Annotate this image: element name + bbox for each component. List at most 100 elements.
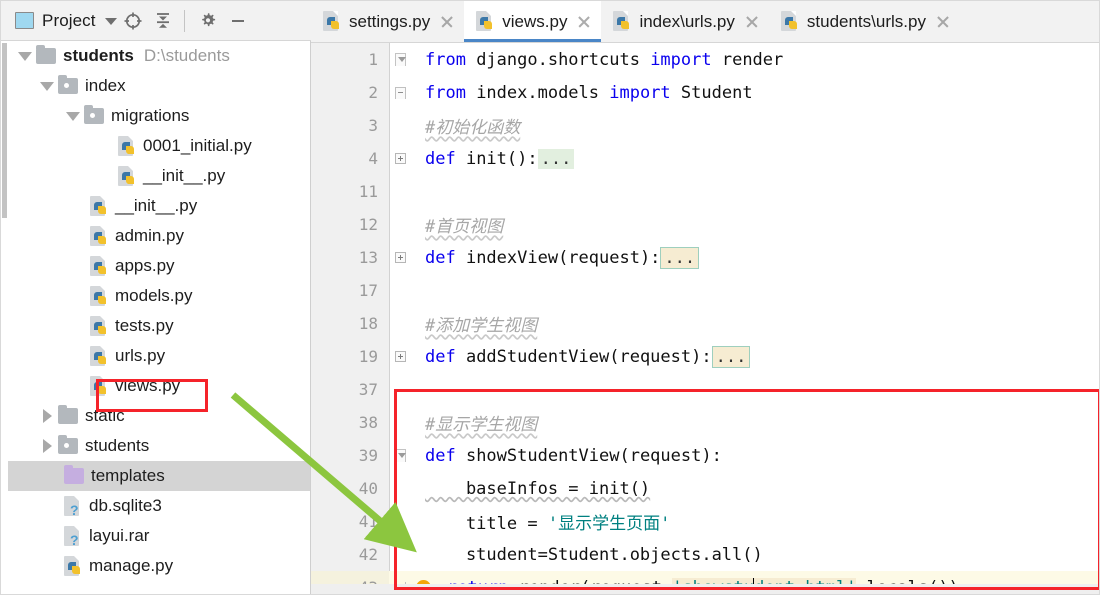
- token-keyword: import: [609, 82, 671, 103]
- tree-row-migrations-init-py[interactable]: __init__.py: [8, 161, 310, 191]
- tree-label: static: [85, 406, 125, 425]
- tab-views-py[interactable]: views.py: [464, 1, 602, 42]
- code-line: 3 #初始化函数: [311, 109, 1099, 142]
- token-string: '显示学生页面': [547, 514, 671, 534]
- close-icon[interactable]: [577, 15, 591, 29]
- tree-row-students-root[interactable]: students D:\students: [8, 41, 310, 71]
- fold-expand-icon[interactable]: [391, 241, 409, 274]
- tree-row-0001-initial-py[interactable]: 0001_initial.py: [8, 131, 310, 161]
- line-number: 11: [358, 182, 378, 201]
- tree-label: admin.py: [115, 226, 184, 245]
- folded-region[interactable]: ...: [537, 148, 575, 169]
- tree-row-static[interactable]: static: [8, 401, 310, 431]
- line-number: 4: [368, 149, 378, 168]
- folded-region[interactable]: ...: [660, 246, 700, 269]
- project-scrollbar[interactable]: [1, 41, 7, 594]
- tree-row-migrations[interactable]: migrations: [8, 101, 310, 131]
- tree-row-db-sqlite3[interactable]: ? db.sqlite3: [8, 491, 310, 521]
- gear-icon[interactable]: [194, 7, 222, 35]
- minimize-icon[interactable]: [224, 7, 252, 35]
- tab-students-urls-py[interactable]: students\urls.py: [769, 1, 960, 42]
- token-comment: #显示学生视图: [425, 415, 538, 435]
- line-number: 17: [358, 281, 378, 300]
- token-keyword: from: [425, 82, 466, 103]
- tree-label: migrations: [111, 106, 190, 125]
- code-text: from django.shortcuts import render: [425, 50, 783, 70]
- expand-arrow-icon[interactable]: [14, 51, 36, 61]
- python-file-icon: [476, 11, 494, 32]
- tree-label: index: [85, 76, 126, 95]
- tree-row-views-py[interactable]: views.py: [8, 371, 310, 401]
- line-number: 3: [368, 116, 378, 135]
- python-file-icon: [90, 375, 108, 397]
- tab-label: views.py: [502, 11, 568, 31]
- tree-label: templates: [91, 466, 165, 485]
- tree-row-urls-py[interactable]: urls.py: [8, 341, 310, 371]
- project-panel-header: Project: [1, 1, 311, 41]
- tree-row-apps-py[interactable]: apps.py: [8, 251, 310, 281]
- tree-row-tests-py[interactable]: tests.py: [8, 311, 310, 341]
- code-editor[interactable]: 1 from django.shortcuts import render 2 …: [311, 43, 1099, 594]
- tree-row-index[interactable]: index: [8, 71, 310, 101]
- collapse-arrow-icon[interactable]: [36, 409, 58, 423]
- python-file-icon: [90, 285, 108, 307]
- fold-collapse-icon[interactable]: [391, 439, 409, 472]
- token-keyword: from: [425, 49, 466, 70]
- tree-row-layui-rar[interactable]: ? layui.rar: [8, 521, 310, 551]
- fold-top-icon[interactable]: [391, 76, 409, 109]
- locate-target-icon[interactable]: [119, 7, 147, 35]
- python-file-icon: [90, 255, 108, 277]
- editor-panel: settings.py views.py index\urls.py stude…: [311, 1, 1099, 594]
- code-line: 41 title = '显示学生页面': [311, 505, 1099, 538]
- tree-row-templates[interactable]: templates: [8, 461, 310, 491]
- project-scrollbar-thumb[interactable]: [2, 43, 7, 218]
- code-text: #添加学生视图: [425, 311, 537, 336]
- editor-tabbar: settings.py views.py index\urls.py stude…: [311, 1, 1099, 43]
- code-line: 17: [311, 274, 1099, 307]
- code-text: #首页视图: [425, 212, 503, 237]
- close-icon[interactable]: [745, 15, 759, 29]
- fold-expand-icon[interactable]: [391, 142, 409, 175]
- tab-label: index\urls.py: [639, 11, 735, 31]
- tree-label: manage.py: [89, 556, 174, 575]
- code-line: 4 def init():...: [311, 142, 1099, 175]
- token-function: indexView(request):: [455, 247, 661, 268]
- folded-region[interactable]: ...: [711, 345, 751, 368]
- tab-settings-py[interactable]: settings.py: [311, 1, 464, 42]
- unknown-file-icon: ?: [64, 495, 82, 517]
- code-line: 2 from index.models import Student: [311, 76, 1099, 109]
- code-line: 13 def indexView(request):...: [311, 241, 1099, 274]
- fold-expand-icon[interactable]: [391, 340, 409, 373]
- line-number: 38: [358, 413, 378, 432]
- code-text: def showStudentView(request):: [425, 446, 722, 466]
- token-comment: #首页视图: [425, 217, 504, 237]
- collapse-all-icon[interactable]: [149, 7, 177, 35]
- code-line: 39 def showStudentView(request):: [311, 439, 1099, 472]
- expand-arrow-icon[interactable]: [36, 81, 58, 91]
- tree-row-manage-py[interactable]: manage.py: [8, 551, 310, 581]
- code-text: title = '显示学生页面': [425, 509, 670, 534]
- fold-arrow-icon[interactable]: [391, 43, 409, 76]
- tree-row-admin-py[interactable]: admin.py: [8, 221, 310, 251]
- tab-index-urls-py[interactable]: index\urls.py: [601, 1, 768, 42]
- close-icon[interactable]: [936, 15, 950, 29]
- token-function: init():: [455, 148, 538, 169]
- tree-label: apps.py: [115, 256, 175, 275]
- source-folder-icon: [58, 435, 78, 454]
- close-icon[interactable]: [440, 15, 454, 29]
- tree-row-models-py[interactable]: models.py: [8, 281, 310, 311]
- chevron-down-icon[interactable]: [104, 18, 117, 25]
- tree-row-index-init-py[interactable]: __init__.py: [8, 191, 310, 221]
- token-function: addStudentView(request):: [455, 346, 712, 367]
- expand-arrow-icon[interactable]: [62, 111, 84, 121]
- python-file-icon: [90, 345, 108, 367]
- line-number: 41: [358, 512, 378, 531]
- code-line: 42 student=Student.objects.all(): [311, 538, 1099, 571]
- ide-window: Project students D:\students index migra…: [0, 0, 1100, 595]
- code-line: 38 #显示学生视图: [311, 406, 1099, 439]
- tree-label: tests.py: [115, 316, 174, 335]
- collapse-arrow-icon[interactable]: [36, 439, 58, 453]
- token-name: render: [711, 49, 784, 70]
- code-text: def indexView(request):...: [425, 246, 700, 269]
- tree-row-students-app[interactable]: students: [8, 431, 310, 461]
